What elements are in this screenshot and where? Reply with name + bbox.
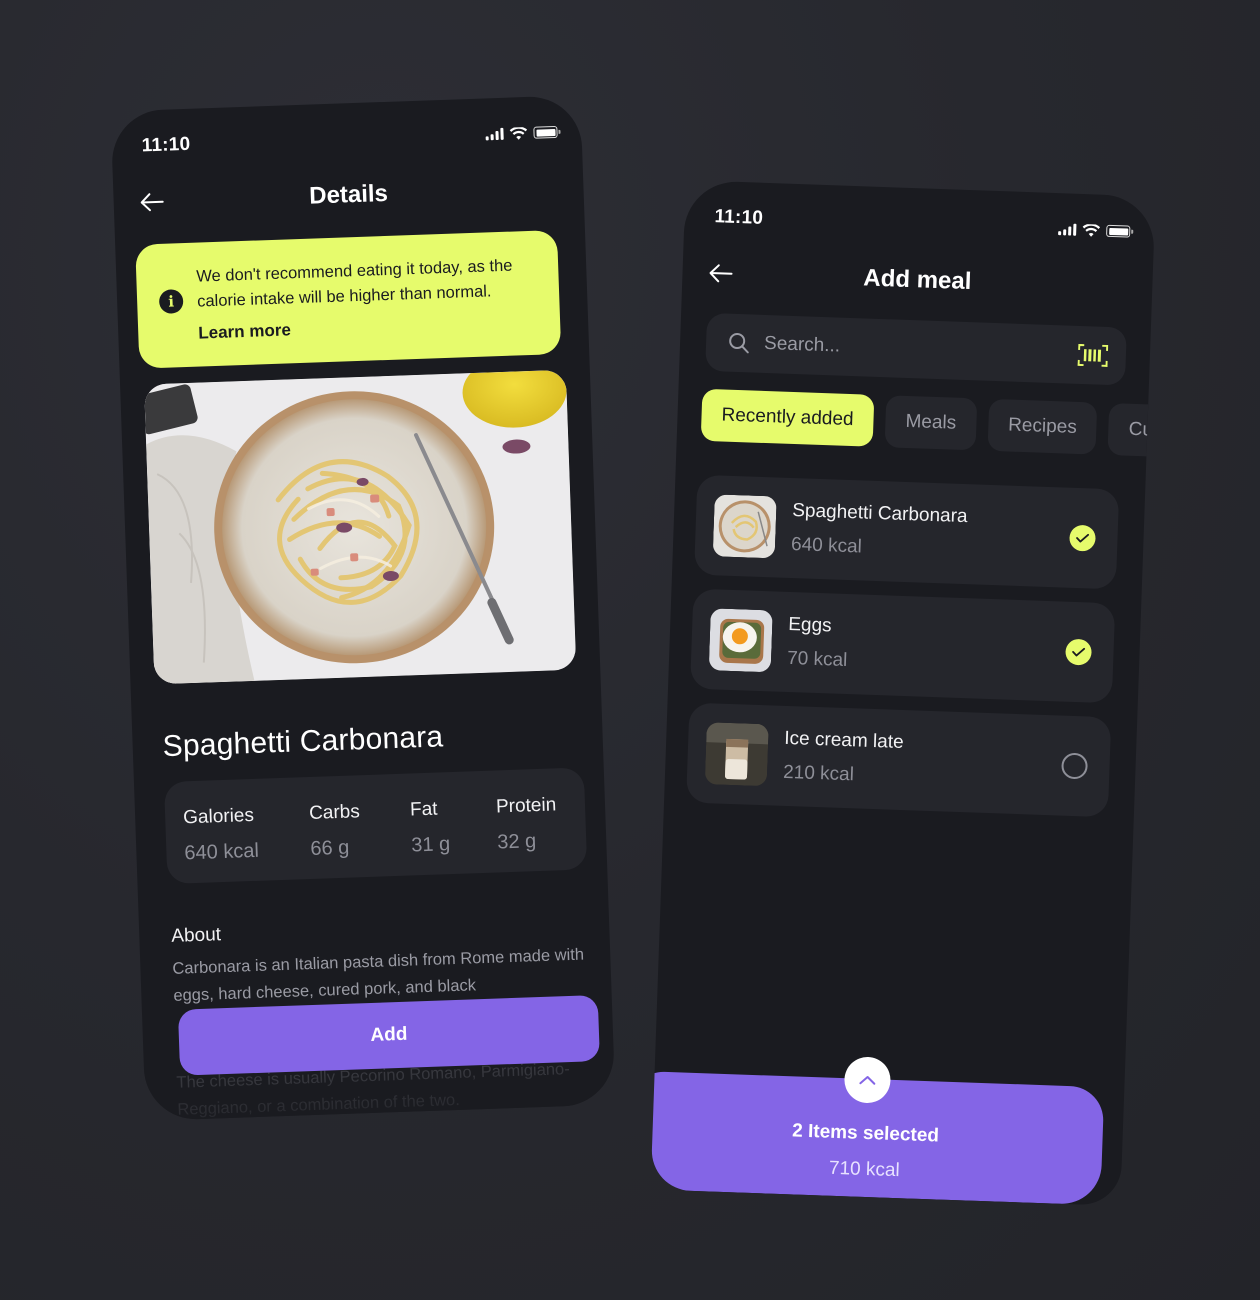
barcode-scan-icon: [1077, 343, 1109, 367]
signal-icon: [1058, 223, 1077, 236]
macro-value: 640 kcal: [184, 839, 260, 865]
meal-thumbnail: [712, 494, 777, 559]
dish-photo: [144, 369, 577, 685]
selected-count: 2 Items selected: [791, 1120, 940, 1147]
macro-label: Galories: [182, 804, 255, 829]
list-item[interactable]: Ice cream late 210 kcal: [686, 702, 1112, 818]
battery-icon: [1106, 224, 1131, 238]
barcode-scan-button[interactable]: [1077, 343, 1109, 368]
macro-label: Fat: [409, 798, 438, 821]
wifi-icon: [1082, 223, 1101, 237]
meal-kcal: 70 kcal: [786, 647, 848, 672]
list-item[interactable]: Eggs 70 kcal: [690, 588, 1116, 704]
checkmark-icon: [1072, 647, 1086, 657]
status-bar: 11:10: [714, 203, 1131, 246]
meal-info: Eggs 70 kcal: [787, 614, 1067, 680]
macro-protein: Protein 32 g: [496, 794, 559, 872]
macro-carbs: Carbs 66 g: [309, 799, 413, 878]
meal-name: Eggs: [787, 613, 832, 637]
meal-info: Ice cream late 210 kcal: [783, 728, 1063, 794]
about-heading: About: [170, 924, 222, 947]
stage: 11:10 Details i We don't recommend eatin…: [0, 0, 1260, 1300]
tab-custom[interactable]: Cu: [1107, 403, 1156, 458]
nav-header: Add meal: [682, 252, 1153, 308]
category-tabs: Recently added Meals Recipes Cu: [700, 388, 1156, 459]
expand-button[interactable]: [843, 1056, 892, 1104]
calorie-warning-alert: i We don't recommend eating it today, as…: [135, 230, 562, 369]
tab-meals[interactable]: Meals: [884, 395, 978, 451]
nutrition-summary: Galories 640 kcal Carbs 66 g Fat 31 g Pr…: [163, 767, 588, 884]
macro-label: Carbs: [308, 801, 361, 824]
checkmark-icon: [1076, 533, 1090, 543]
learn-more-link[interactable]: Learn more: [198, 320, 291, 343]
meal-kcal: 210 kcal: [782, 761, 855, 786]
meal-thumbnail: [704, 722, 769, 787]
status-bar: 11:10: [141, 118, 558, 161]
arrow-left-icon: [140, 193, 164, 212]
alert-message: We don't recommend eating it today, as t…: [196, 256, 513, 311]
chevron-up-icon: [859, 1075, 876, 1085]
back-button[interactable]: [135, 186, 168, 219]
page-title: Add meal: [862, 264, 972, 296]
carbonara-illustration: [144, 369, 577, 685]
meal-kcal: 640 kcal: [790, 534, 863, 558]
search-input[interactable]: [763, 332, 1079, 366]
selected-total-kcal: 710 kcal: [828, 1157, 901, 1182]
add-meal-phone: 11:10 Add meal Search... Recently added …: [650, 180, 1156, 1206]
status-icons: [485, 125, 558, 141]
selected-checkbox[interactable]: [1065, 638, 1092, 666]
macro-value: 32 g: [496, 830, 537, 854]
meal-name: Ice cream late: [783, 727, 904, 754]
search-icon: [729, 332, 749, 354]
meal-list: Spaghetti Carbonara 640 kcal Eggs 70 kca…: [686, 474, 1120, 832]
list-item[interactable]: Spaghetti Carbonara 640 kcal: [694, 474, 1120, 590]
unselected-checkbox[interactable]: [1061, 752, 1089, 780]
macro-fat: Fat 31 g: [410, 796, 499, 875]
status-icons: [1058, 223, 1131, 239]
tab-recipes[interactable]: Recipes: [987, 398, 1098, 455]
page-title: Details: [308, 179, 389, 210]
arrow-left-icon: [709, 264, 733, 283]
meal-name: Spaghetti Carbonara: [791, 500, 968, 528]
meal-info: Spaghetti Carbonara 640 kcal: [791, 500, 1071, 566]
selection-summary[interactable]: 2 Items selected 710 kcal: [650, 1056, 1105, 1206]
details-phone: 11:10 Details i We don't recommend eatin…: [110, 95, 616, 1121]
info-icon: i: [158, 289, 184, 314]
battery-icon: [533, 125, 558, 139]
nav-header: Details: [113, 167, 584, 223]
signal-icon: [485, 127, 504, 141]
status-time: 11:10: [141, 133, 191, 157]
macro-value: 31 g: [410, 833, 451, 857]
macro-label: Protein: [495, 794, 557, 818]
macro-calories: Galories 640 kcal: [183, 803, 312, 883]
macro-value: 66 g: [309, 836, 350, 860]
wifi-icon: [509, 126, 528, 140]
back-button[interactable]: [704, 257, 737, 290]
meal-thumbnail: [708, 608, 773, 673]
dish-title: Spaghetti Carbonara: [162, 720, 444, 764]
selected-checkbox[interactable]: [1069, 524, 1096, 552]
status-time: 11:10: [714, 206, 764, 229]
search-bar: [705, 312, 1127, 386]
tab-recently-added[interactable]: Recently added: [700, 388, 875, 447]
